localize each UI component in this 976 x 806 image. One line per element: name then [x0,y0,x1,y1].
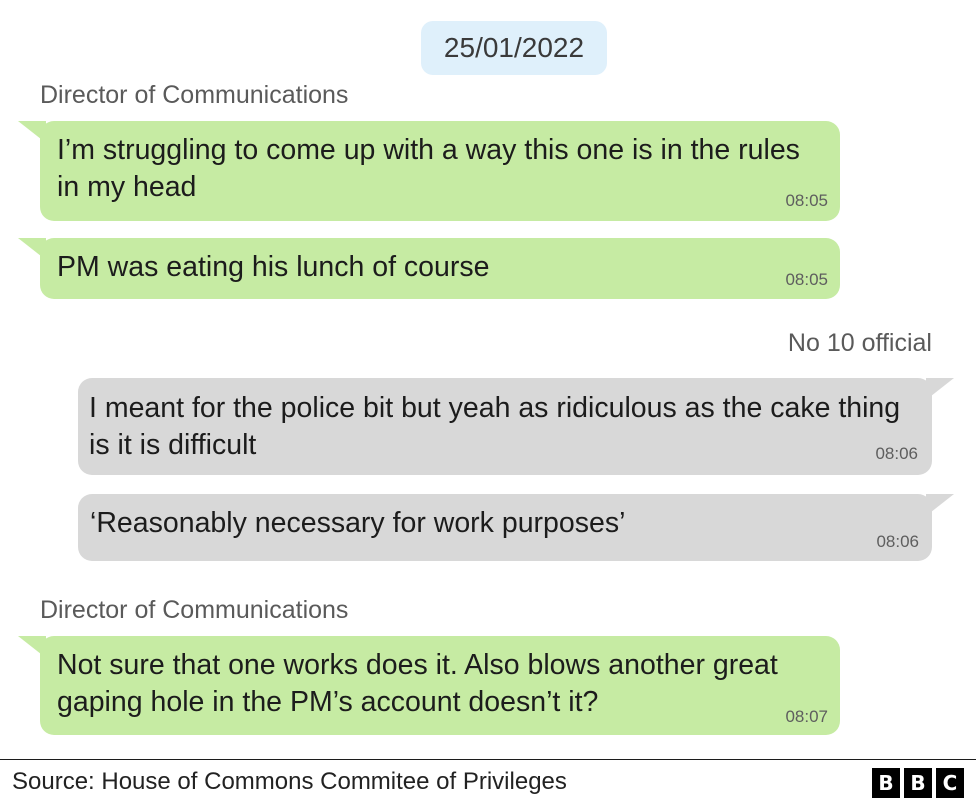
logo-letter: B [904,768,932,798]
message-text: I meant for the police bit but yeah as r… [89,392,901,461]
bubble-tail [926,378,954,400]
message-timestamp: 08:06 [876,532,919,551]
source-caption: Source: House of Commons Commitee of Pri… [12,768,567,795]
message-text: ‘Reasonably necessary for work purposes’ [90,507,626,539]
sender-name: Director of Communications [40,81,349,109]
sender-name: No 10 official [787,329,932,357]
bubble-tail [18,636,46,658]
logo-letter: B [872,768,900,798]
message-bubble[interactable]: PM was eating his lunch of course 08:05 [18,238,840,299]
bubble-tail [18,238,46,260]
message-bubble[interactable]: I’m struggling to come up with a way thi… [18,121,840,221]
message-text: PM was eating his lunch of course [57,251,490,283]
message-timestamp: 08:06 [875,444,918,463]
date-separator: 25/01/2022 [421,21,607,75]
message-timestamp: 08:05 [785,191,828,210]
message-timestamp: 08:05 [785,270,828,289]
logo-letter: C [936,768,964,798]
message-text: Not sure that one works does it. Also bl… [57,649,778,718]
message-timestamp: 08:07 [785,707,828,726]
footer-divider [0,759,976,760]
bubble-tail [926,494,954,516]
bbc-logo: B B C [872,768,964,798]
message-bubble[interactable]: Not sure that one works does it. Also bl… [18,636,840,735]
message-text: I’m struggling to come up with a way thi… [57,134,800,203]
message-bubble[interactable]: I meant for the police bit but yeah as r… [78,378,954,475]
sender-name: Director of Communications [40,596,349,624]
bubble-tail [18,121,46,143]
message-bubble[interactable]: ‘Reasonably necessary for work purposes’… [78,494,954,561]
